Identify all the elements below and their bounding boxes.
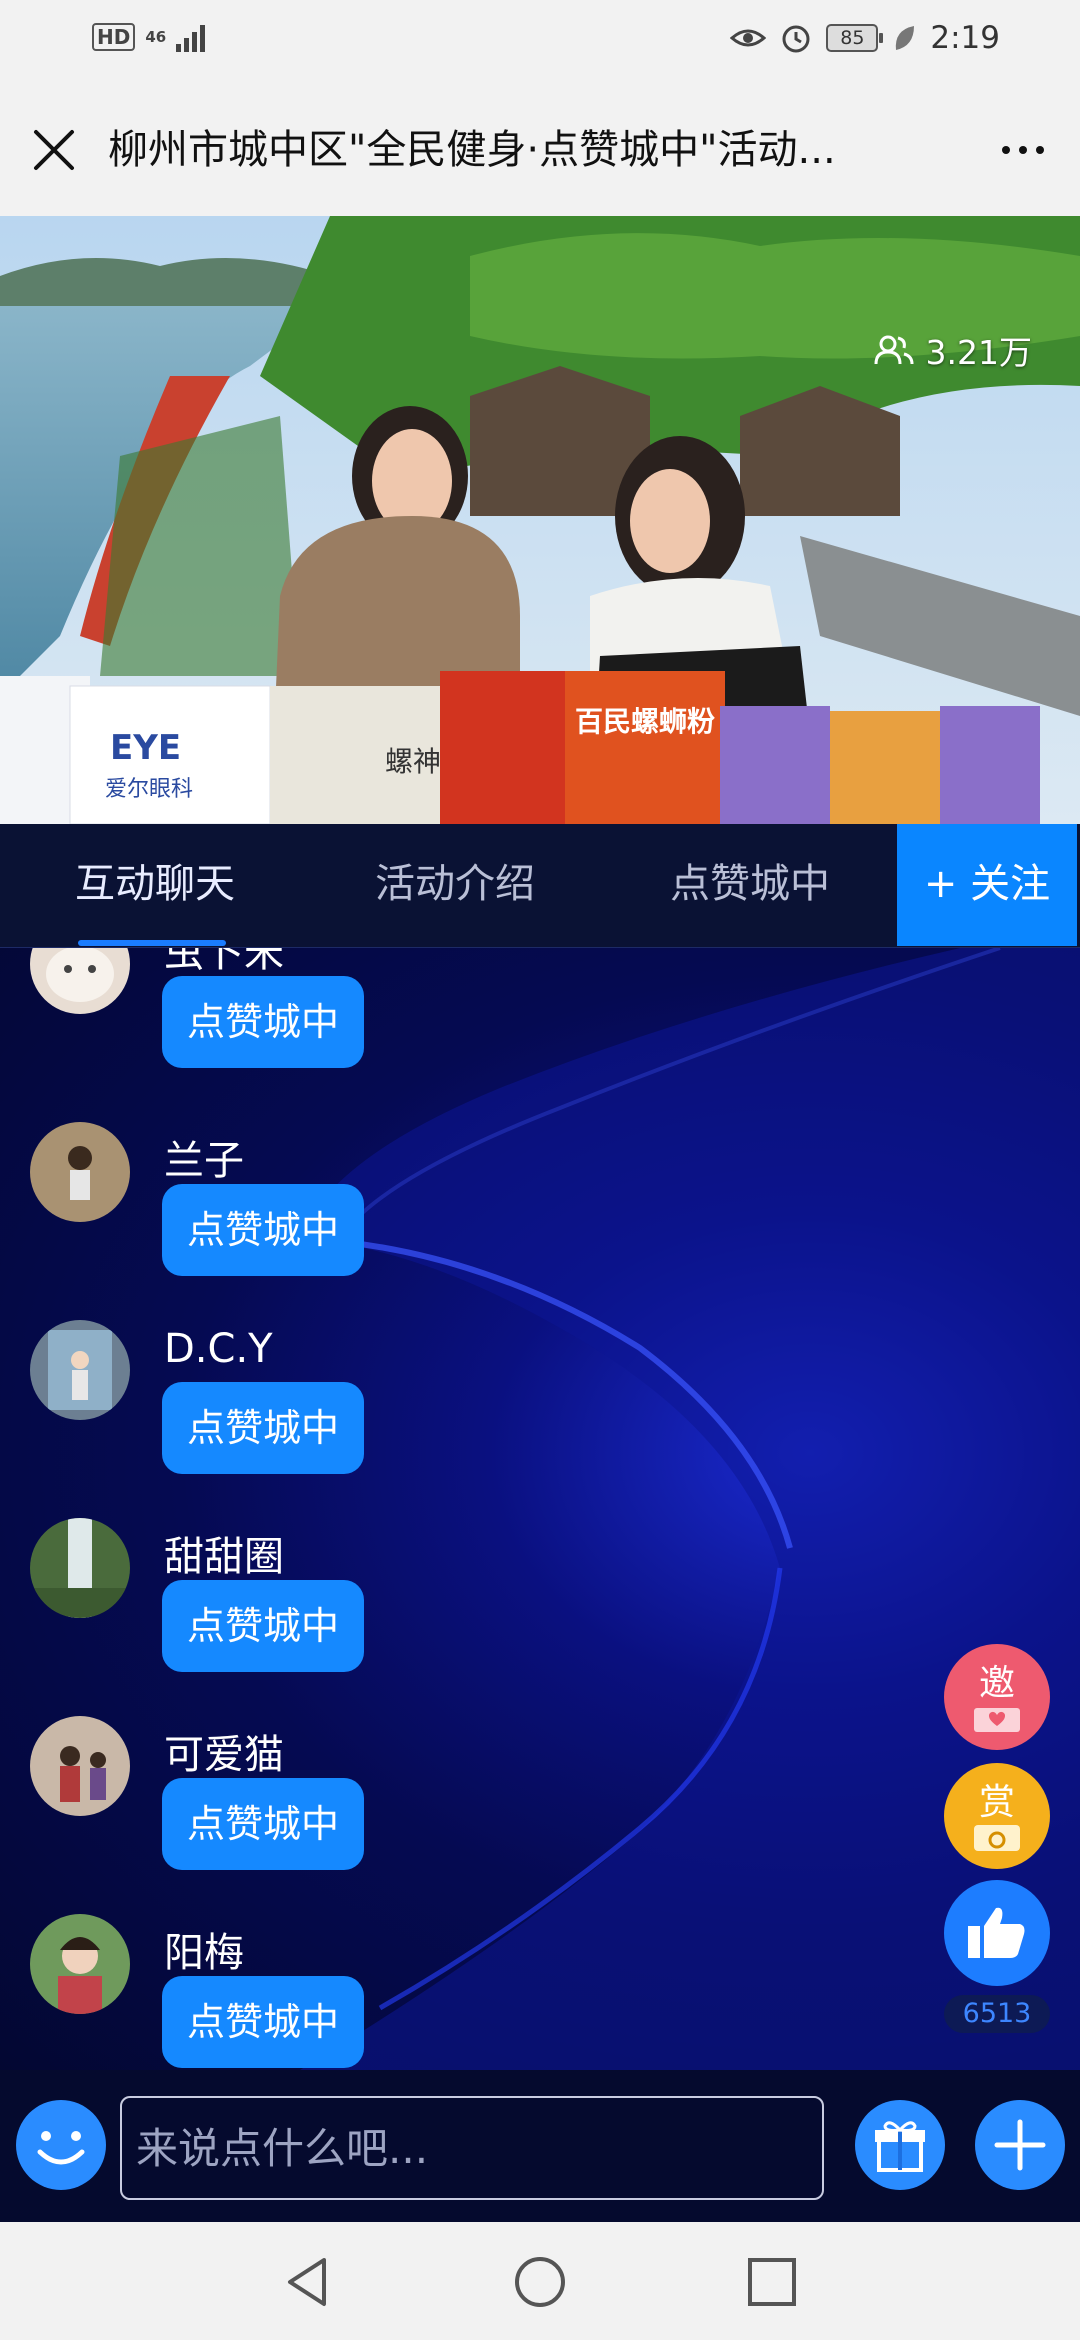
like-count: 6513: [944, 1995, 1050, 2033]
tab-chat[interactable]: 互动聊天: [40, 824, 270, 948]
leaf-icon: [896, 26, 915, 50]
chat-message: 阳梅 点赞城中: [30, 1914, 530, 2070]
chat-message: 虫卜米 点赞城中: [30, 948, 530, 1112]
username: 阳梅: [164, 1930, 244, 1976]
battery-indicator: 85: [826, 24, 884, 52]
svg-text:爱尔眼科: 爱尔眼科: [105, 777, 193, 802]
chat-input[interactable]: [120, 2096, 824, 2200]
tab-like[interactable]: 点赞城中: [635, 824, 865, 948]
username: D.C.Y: [164, 1326, 273, 1372]
follow-button[interactable]: + 关注: [897, 824, 1077, 946]
status-left: HD 46: [92, 22, 206, 52]
viewer-count-value: 3.21万: [925, 333, 1032, 372]
system-nav-bar: [0, 2222, 1080, 2340]
back-icon[interactable]: [280, 2254, 336, 2310]
username: 甜甜圈: [164, 1534, 284, 1580]
video-scene: EYE 爱尔眼科 螺神 百民螺蛳粉: [0, 216, 1080, 824]
message-bubble: 点赞城中: [162, 1382, 364, 1474]
gift-icon: [875, 2121, 925, 2172]
tab-active-indicator: [78, 940, 226, 946]
clock: 2:19: [930, 20, 1000, 56]
invite-button[interactable]: 邀: [944, 1644, 1050, 1750]
chat-message: 甜甜圈 点赞城中: [30, 1518, 530, 1716]
close-icon[interactable]: [32, 128, 76, 172]
emoji-button[interactable]: [16, 2100, 106, 2190]
message-bubble: 点赞城中: [162, 1976, 364, 2068]
chat-message: 兰子 点赞城中: [30, 1122, 530, 1320]
alarm-icon: [782, 25, 810, 53]
plus-icon: [994, 2119, 1046, 2171]
avatar[interactable]: [30, 1320, 130, 1420]
live-video[interactable]: EYE 爱尔眼科 螺神 百民螺蛳粉 3.21万: [0, 216, 1080, 824]
thumbs-up-icon: [968, 1907, 1025, 1958]
avatar[interactable]: [30, 1716, 130, 1816]
avatar[interactable]: [30, 1122, 130, 1222]
eye-icon: [730, 29, 767, 47]
gift-button[interactable]: [855, 2100, 945, 2190]
reward-label: 赏: [978, 1782, 1015, 1823]
username: 可爱猫: [164, 1732, 284, 1778]
reward-button[interactable]: 赏: [944, 1763, 1050, 1869]
avatar[interactable]: [30, 948, 130, 1014]
chat-panel[interactable]: 虫卜米 点赞城中 兰子 点赞城中 D.C.Y 点赞城中 甜甜圈 点赞城中 可爱猫…: [0, 948, 1080, 2070]
message-bubble: 点赞城中: [162, 1778, 364, 1870]
title-bar: 柳州市城中区"全民健身·点赞城中"活动...: [0, 84, 1080, 216]
tab-bar: 互动聊天 活动介绍 点赞城中 + 关注: [0, 824, 1080, 948]
username: 兰子: [164, 1138, 244, 1184]
smile-icon: [37, 2131, 85, 2165]
message-bubble: 点赞城中: [162, 976, 364, 1068]
svg-text:EYE: EYE: [110, 728, 181, 768]
message-bubble: 点赞城中: [162, 1580, 364, 1672]
signal-icon: [176, 22, 206, 52]
hd-badge: HD: [92, 23, 136, 51]
more-options-icon[interactable]: [1002, 146, 1044, 154]
avatar[interactable]: [30, 1914, 130, 2014]
chat-message: 可爱猫 点赞城中: [30, 1716, 530, 1914]
input-bar: [0, 2070, 1080, 2222]
heart-envelope-icon: [974, 1708, 1020, 1732]
viewer-count: 3.21万: [874, 326, 1032, 374]
network-type: 46: [145, 27, 167, 46]
page-title: 柳州市城中区"全民健身·点赞城中"活动...: [108, 127, 836, 173]
svg-text:螺神: 螺神: [385, 745, 441, 778]
viewers-icon: [874, 335, 914, 365]
avatar[interactable]: [30, 1518, 130, 1618]
tab-activity-intro[interactable]: 活动介绍: [340, 824, 570, 948]
chat-message: D.C.Y 点赞城中: [30, 1320, 530, 1518]
like-button[interactable]: [944, 1880, 1050, 1986]
status-right: 85 2:19: [730, 20, 1000, 56]
status-bar: HD 46 85 2:19: [0, 0, 1080, 84]
invite-label: 邀: [978, 1663, 1015, 1704]
coin-icon: [974, 1825, 1020, 1851]
recents-icon[interactable]: [744, 2254, 800, 2310]
svg-text:百民螺蛳粉: 百民螺蛳粉: [575, 705, 715, 738]
username: 虫卜米: [164, 948, 284, 976]
message-bubble: 点赞城中: [162, 1184, 364, 1276]
home-icon[interactable]: [512, 2254, 568, 2310]
more-actions-button[interactable]: [975, 2100, 1065, 2190]
